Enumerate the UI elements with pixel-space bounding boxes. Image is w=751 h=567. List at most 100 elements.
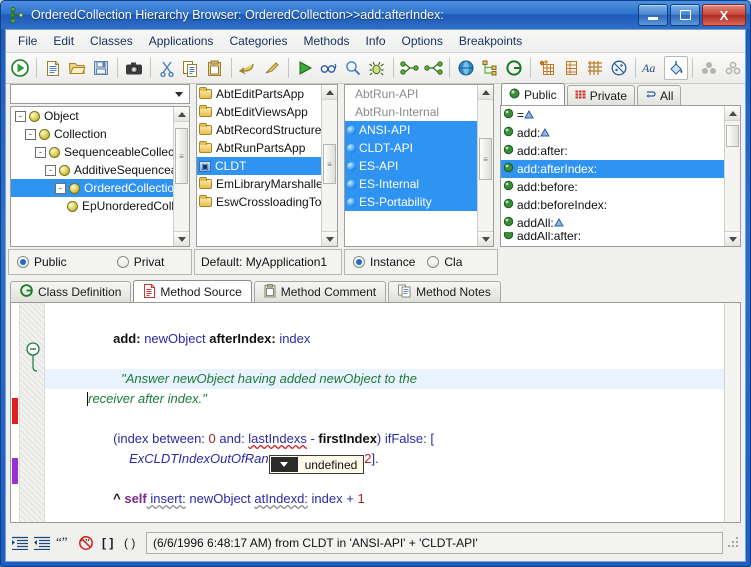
- menu-edit[interactable]: Edit: [45, 32, 82, 50]
- menu-breakpoints[interactable]: Breakpoints: [451, 32, 530, 50]
- play-green-icon[interactable]: [293, 55, 317, 81]
- table-icon[interactable]: [559, 55, 583, 81]
- list-item-selected[interactable]: ES-Portability: [345, 193, 477, 211]
- combo-dropdown-button[interactable]: [271, 457, 298, 472]
- list-item[interactable]: AbtRun-Internal: [345, 103, 477, 121]
- scroll-track[interactable]: ≡: [174, 122, 189, 231]
- tab-class-definition[interactable]: Class Definition: [10, 281, 131, 302]
- cut-scissors-icon[interactable]: [155, 55, 179, 81]
- copy-icon[interactable]: [179, 55, 203, 81]
- scroll-down-button[interactable]: [725, 231, 740, 246]
- categories-listbox[interactable]: AbtRun-API AbtRun-Internal ANSI-API CLDT…: [344, 84, 494, 247]
- scroll-up-button[interactable]: [725, 106, 740, 121]
- methods-scrollbar[interactable]: [724, 106, 740, 246]
- list-item[interactable]: add:: [501, 124, 724, 142]
- scroll-down-button[interactable]: [322, 231, 337, 246]
- class-tree-listbox[interactable]: - Object - Collection - Sequencea: [10, 106, 190, 247]
- menu-applications[interactable]: Applications: [141, 32, 222, 50]
- ungroup-icon[interactable]: [721, 55, 745, 81]
- scroll-thumb[interactable]: ≡: [175, 128, 188, 184]
- list-item[interactable]: addAll:after:: [501, 232, 724, 240]
- tree-row[interactable]: - AdditiveSequenceabl: [11, 161, 173, 179]
- list-item-selected[interactable]: CLDT-API: [345, 139, 477, 157]
- fold-collapse-icon[interactable]: [22, 341, 46, 401]
- open-folder-icon[interactable]: [65, 55, 89, 81]
- editor-scrollbar[interactable]: [724, 303, 740, 522]
- group-icon[interactable]: [697, 55, 721, 81]
- scroll-track[interactable]: ≡: [478, 100, 493, 231]
- code-text[interactable]: add: newObject afterIndex: index "Answer…: [45, 303, 724, 522]
- globe-icon[interactable]: [454, 55, 478, 81]
- tab-all[interactable]: All: [637, 85, 681, 105]
- methods-listbox[interactable]: = add: add:after: add:afterIndex: add:be…: [500, 105, 741, 247]
- paste-icon[interactable]: [203, 55, 227, 81]
- refresh-circle-icon[interactable]: [502, 55, 526, 81]
- senders-icon[interactable]: [397, 55, 421, 81]
- fold-gutter[interactable]: [19, 303, 45, 522]
- list-item[interactable]: add:after:: [501, 142, 724, 160]
- scroll-track[interactable]: ≡: [322, 100, 337, 231]
- list-item-selected[interactable]: ANSI-API: [345, 121, 477, 139]
- tree-row[interactable]: EpUnorderedCollec: [11, 197, 173, 215]
- new-file-icon[interactable]: [41, 55, 65, 81]
- radio-class[interactable]: [427, 256, 439, 268]
- close-button[interactable]: X: [702, 4, 746, 26]
- menu-options[interactable]: Options: [394, 32, 451, 50]
- list-item-selected[interactable]: add:afterIndex:: [501, 160, 724, 178]
- applications-listbox[interactable]: AbtEditPartsApp AbtEditViewsApp AbtRecor…: [196, 84, 338, 247]
- minimize-button[interactable]: [638, 4, 668, 26]
- list-item[interactable]: AbtRunPartsApp: [197, 139, 321, 157]
- radio-private[interactable]: [117, 256, 129, 268]
- tab-method-source[interactable]: Method Source: [133, 280, 251, 303]
- tree-row[interactable]: - Collection: [11, 125, 173, 143]
- no-comment-icon[interactable]: “”: [76, 533, 96, 553]
- scroll-track[interactable]: [725, 121, 740, 231]
- list-item[interactable]: addAll:: [501, 214, 724, 232]
- debug-bug-icon[interactable]: [365, 55, 389, 81]
- palette-icon[interactable]: [607, 55, 631, 81]
- scroll-thumb[interactable]: ≡: [479, 138, 492, 180]
- twisty-icon[interactable]: -: [15, 111, 26, 122]
- radio-public[interactable]: [17, 256, 29, 268]
- grid-icon[interactable]: [583, 55, 607, 81]
- scroll-up-button[interactable]: [322, 85, 337, 100]
- list-item-selected[interactable]: ES-Internal: [345, 175, 477, 193]
- list-item[interactable]: EswCrossloadingTo: [197, 193, 321, 211]
- hierarchy-icon[interactable]: [478, 55, 502, 81]
- menu-info[interactable]: Info: [358, 32, 394, 50]
- scroll-down-button[interactable]: [174, 231, 189, 246]
- tree-row-selected[interactable]: - OrderedCollection: [11, 179, 173, 197]
- maximize-button[interactable]: [670, 4, 700, 26]
- scroll-down-button[interactable]: [478, 231, 493, 246]
- twisty-icon[interactable]: -: [45, 165, 56, 176]
- scroll-thumb[interactable]: ≡: [323, 144, 336, 184]
- list-item[interactable]: AbtRecordStructure: [197, 121, 321, 139]
- brackets-round-icon[interactable]: ( ): [120, 533, 140, 553]
- font-aa-icon[interactable]: Aa: [640, 55, 664, 81]
- radio-instance[interactable]: [353, 256, 365, 268]
- twisty-icon[interactable]: -: [35, 147, 46, 158]
- implementors-icon[interactable]: [421, 55, 445, 81]
- scroll-up-button[interactable]: [174, 107, 189, 122]
- indent-right-icon[interactable]: [10, 533, 30, 553]
- list-item[interactable]: add:before:: [501, 178, 724, 196]
- categories-scrollbar[interactable]: ≡: [477, 85, 493, 246]
- inspect-glasses-icon[interactable]: [317, 55, 341, 81]
- class-tree-scrollbar[interactable]: ≡: [173, 107, 189, 246]
- tab-method-comment[interactable]: Method Comment: [254, 281, 386, 302]
- list-item[interactable]: add:beforeIndex:: [501, 196, 724, 214]
- tab-public[interactable]: Public: [501, 83, 565, 105]
- list-item[interactable]: =: [501, 106, 724, 124]
- search-magnifier-icon[interactable]: [341, 55, 365, 81]
- menu-methods[interactable]: Methods: [295, 32, 357, 50]
- list-item[interactable]: EmLibraryMarshalle: [197, 175, 321, 193]
- tree-row[interactable]: - Object: [11, 107, 173, 125]
- fill-color-icon[interactable]: [664, 56, 688, 80]
- class-filter-combo[interactable]: [10, 84, 190, 104]
- list-item[interactable]: AbtEditPartsApp: [197, 85, 321, 103]
- tab-method-notes[interactable]: Method Notes: [388, 281, 501, 302]
- code-editor[interactable]: add: newObject afterIndex: index "Answer…: [10, 302, 741, 523]
- list-item[interactable]: AbtEditViewsApp: [197, 103, 321, 121]
- brackets-square-icon[interactable]: [ ]: [98, 533, 118, 553]
- twisty-icon[interactable]: -: [25, 129, 36, 140]
